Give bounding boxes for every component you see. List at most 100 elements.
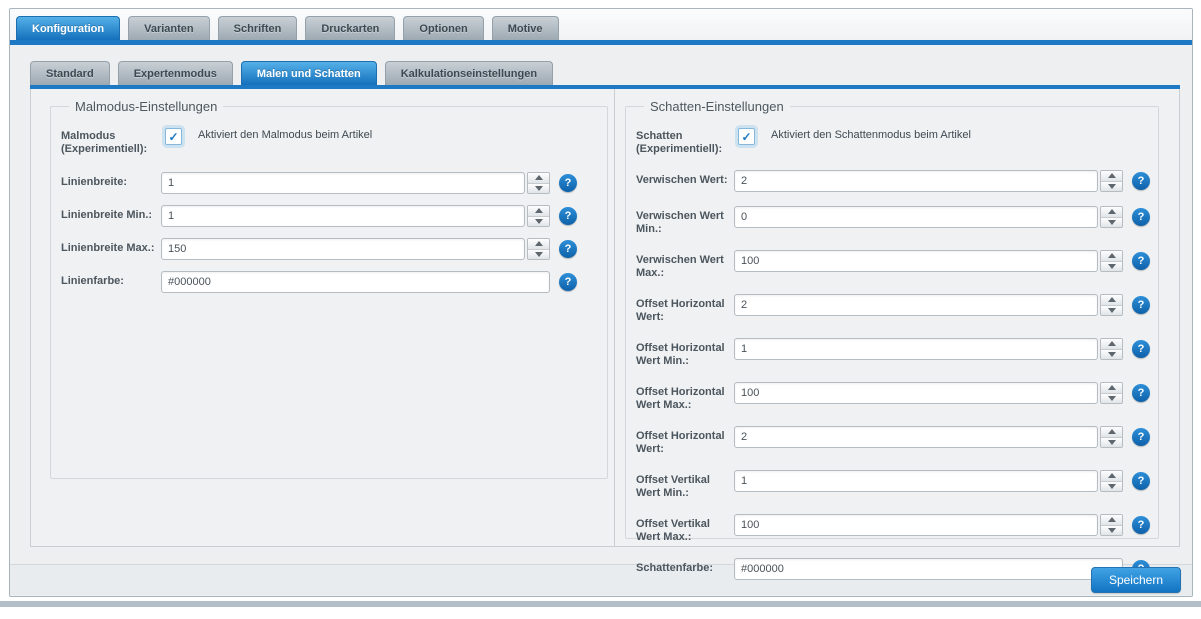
field-label: Schattenfarbe: (636, 558, 734, 575)
linienfarbe-input[interactable] (162, 272, 549, 292)
schattenfarbe-input[interactable] (735, 559, 1122, 579)
tab-druckarten[interactable]: Druckarten (305, 16, 395, 40)
text-input-group (734, 558, 1123, 580)
spinner (1100, 206, 1123, 228)
help-icon[interactable]: ? (1132, 252, 1150, 270)
field-label: Verwischen Wert Max.: (636, 250, 734, 280)
spinner-down-button[interactable] (1101, 262, 1122, 272)
input-box (734, 170, 1098, 192)
sub-tab-bar: Standard Expertenmodus Malen und Schatte… (10, 45, 1192, 85)
spinner-up-button[interactable] (1101, 427, 1122, 438)
spinner-down-button[interactable] (1101, 394, 1122, 404)
offset-vertikal-wert-max-input[interactable] (735, 515, 1097, 535)
offset-vertikal-wert-min-input[interactable] (735, 471, 1097, 491)
question-mark-glyph: ? (1138, 387, 1145, 399)
spinner-down-button[interactable] (1101, 218, 1122, 228)
spinner-up-button[interactable] (1101, 515, 1122, 526)
linienbreite-max-input[interactable] (162, 239, 524, 259)
spinner-up-button[interactable] (1101, 171, 1122, 182)
question-mark-glyph: ? (1138, 211, 1145, 223)
help-icon[interactable]: ? (1132, 172, 1150, 190)
subtab-malen-und-schatten[interactable]: Malen und Schatten (241, 61, 377, 85)
subtab-standard[interactable]: Standard (30, 61, 110, 85)
help-icon[interactable]: ? (1132, 296, 1150, 314)
spinner-down-button[interactable] (528, 184, 549, 194)
tab-content-panel: Malmodus-Einstellungen Malmodus (Experim… (30, 89, 1180, 547)
field-row: Offset Horizontal Wert: ? (636, 426, 1150, 456)
linienbreite-min-input[interactable] (162, 206, 524, 226)
help-icon[interactable]: ? (1132, 384, 1150, 402)
spinner (1100, 426, 1123, 448)
spinner (1100, 382, 1123, 404)
spinner-up-button[interactable] (1101, 339, 1122, 350)
field-label: Offset Vertikal Wert Max.: (636, 514, 734, 544)
question-mark-glyph: ? (565, 243, 572, 255)
tab-optionen[interactable]: Optionen (403, 16, 483, 40)
spinner-down-button[interactable] (1101, 526, 1122, 536)
spinner-up-button[interactable] (1101, 383, 1122, 394)
spinner-down-button[interactable] (1101, 182, 1122, 192)
offset-horizontal-wert-min-input[interactable] (735, 339, 1097, 359)
verwischen-wert-min-input[interactable] (735, 207, 1097, 227)
question-mark-glyph: ? (1138, 175, 1145, 187)
malmodus-checkbox[interactable]: ✓ (165, 128, 182, 145)
triangle-down-icon (535, 252, 543, 257)
spinner-up-button[interactable] (1101, 295, 1122, 306)
tab-schriften[interactable]: Schriften (218, 16, 298, 40)
subtab-expertenmodus[interactable]: Expertenmodus (118, 61, 233, 85)
spinner-down-button[interactable] (528, 217, 549, 227)
spinner-down-button[interactable] (1101, 350, 1122, 360)
tab-varianten[interactable]: Varianten (128, 16, 210, 40)
field-label: Offset Horizontal Wert Max.: (636, 382, 734, 412)
triangle-up-icon (1108, 517, 1116, 522)
spinner-down-button[interactable] (1101, 482, 1122, 492)
field-row: Verwischen Wert Max.: ? (636, 250, 1150, 280)
help-icon[interactable]: ? (1132, 516, 1150, 534)
offset-horizontal-wert-2-input[interactable] (735, 427, 1097, 447)
spinner-up-button[interactable] (1101, 207, 1122, 218)
spinner-up-button[interactable] (528, 173, 549, 184)
triangle-down-icon (1108, 484, 1116, 489)
spinner-up-button[interactable] (1101, 251, 1122, 262)
help-icon[interactable]: ? (559, 273, 577, 291)
question-mark-glyph: ? (1138, 431, 1145, 443)
spinner-down-button[interactable] (528, 250, 549, 260)
linienbreite-input[interactable] (162, 173, 524, 193)
field-label: Linienbreite Min.: (61, 205, 161, 222)
offset-horizontal-wert-input[interactable] (735, 295, 1097, 315)
verwischen-wert-input[interactable] (735, 171, 1097, 191)
number-input-group (161, 238, 550, 260)
input-box (734, 338, 1098, 360)
question-mark-glyph: ? (1138, 343, 1145, 355)
field-row: Offset Horizontal Wert Max.: ? (636, 382, 1150, 412)
subtab-kalkulationseinstellungen[interactable]: Kalkulationseinstellungen (385, 61, 553, 85)
checkmark-icon: ✓ (168, 130, 178, 144)
spinner-down-button[interactable] (1101, 438, 1122, 448)
triangle-up-icon (1108, 173, 1116, 178)
save-button[interactable]: Speichern (1091, 567, 1181, 593)
tab-motive[interactable]: Motive (492, 16, 559, 40)
verwischen-wert-max-input[interactable] (735, 251, 1097, 271)
offset-horizontal-wert-max-input[interactable] (735, 383, 1097, 403)
schatten-checkbox[interactable]: ✓ (738, 128, 755, 145)
spinner-up-button[interactable] (528, 206, 549, 217)
spinner-down-button[interactable] (1101, 306, 1122, 316)
tab-konfiguration[interactable]: Konfiguration (16, 16, 120, 40)
spinner-up-button[interactable] (528, 239, 549, 250)
help-icon[interactable]: ? (1132, 340, 1150, 358)
help-icon[interactable]: ? (559, 207, 577, 225)
spinner-up-button[interactable] (1101, 471, 1122, 482)
help-icon[interactable]: ? (559, 174, 577, 192)
triangle-down-icon (535, 219, 543, 224)
text-input-group (161, 271, 550, 293)
number-input-group (161, 172, 550, 194)
help-icon[interactable]: ? (1132, 472, 1150, 490)
help-icon[interactable]: ? (1132, 428, 1150, 446)
field-row: Linienfarbe: ? (61, 271, 577, 293)
number-input-group (734, 514, 1123, 536)
spinner (1100, 338, 1123, 360)
help-icon[interactable]: ? (559, 240, 577, 258)
help-icon[interactable]: ? (1132, 208, 1150, 226)
input-box (161, 271, 550, 293)
number-input-group (734, 294, 1123, 316)
